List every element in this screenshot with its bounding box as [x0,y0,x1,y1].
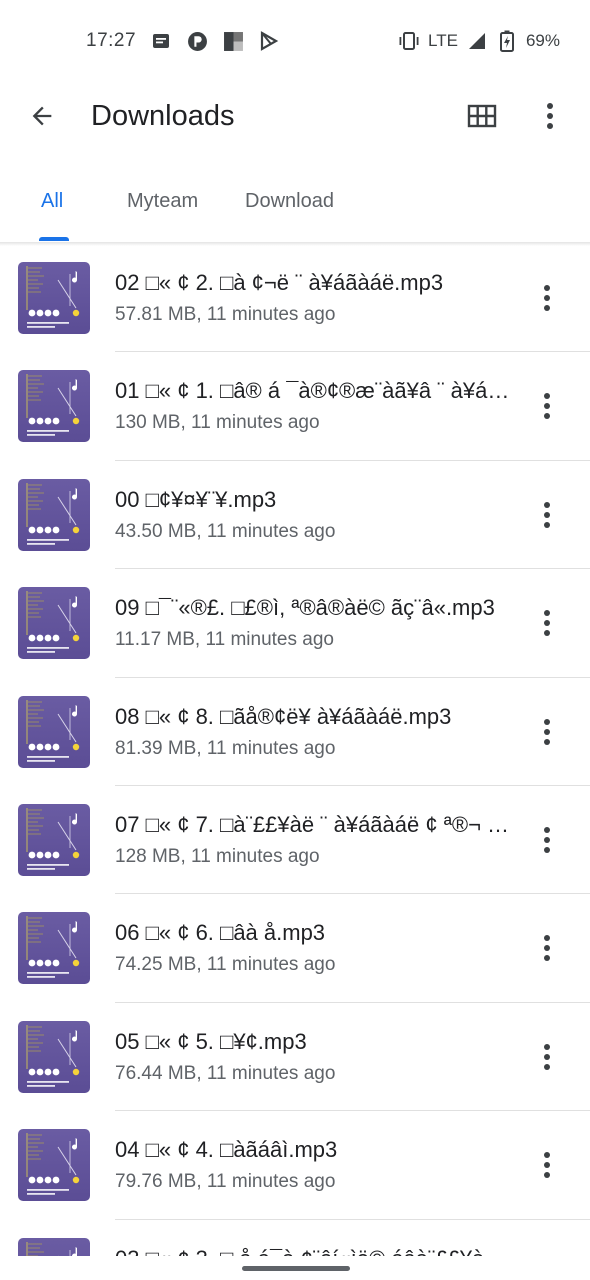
back-button[interactable] [22,96,62,136]
network-type: LTE [428,31,458,50]
more-vert-icon [544,718,550,745]
list-item[interactable]: 02 □« ¢ 2. □à ¢¬ë ¨ à¥áãàáë.mp3 57.81 MB… [0,244,590,353]
more-vert-icon [547,103,553,129]
list-item[interactable]: 04 □« ¢ 4. □àãáâì.mp3 79.76 MB, 11 minut… [0,1111,590,1220]
item-menu-button[interactable] [532,1254,562,1256]
file-meta: 130 MB, 11 minutes ago [115,412,320,434]
list-item[interactable]: 05 □« ¢ 5. □¥¢.mp3 76.44 MB, 11 minutes … [0,1003,590,1112]
status-bar: 17:27 LTE 69% [0,0,590,92]
more-vert-icon [544,393,550,420]
tab-indicator [39,237,69,241]
file-meta: 11.17 MB, 11 minutes ago [115,629,334,651]
file-name: 07 □« ¢ 7. □à¨££¥àë ¨ à¥áãàáë ¢ ª®¬ ­¤¥.… [115,811,515,837]
file-name: 08 □« ¢ 8. □ãå®¢ë¥ à¥áãàáë.mp3 [115,703,452,729]
item-menu-button[interactable] [532,603,562,643]
filter-tabs: All Myteam Download [0,170,590,242]
more-vert-icon [544,1043,550,1070]
vibrate-icon [398,30,420,52]
grid-view-icon [467,104,497,128]
file-meta: 74.25 MB, 11 minutes ago [115,954,336,976]
file-name: 04 □« ¢ 4. □àãáâì.mp3 [115,1137,338,1163]
album-art-thumbnail [18,478,90,551]
album-art-thumbnail [18,695,90,768]
play-store-icon [258,30,280,52]
list-item[interactable]: 03 □« ¢ 3. □ å á¯à ¢¨âí«ì­ë© áâà¨££¥à.mp… [0,1220,590,1256]
page-title: Downloads [91,100,235,132]
file-name: 02 □« ¢ 2. □à ¢¬ë ¨ à¥áãàáë.mp3 [115,270,444,295]
gesture-nav-handle[interactable] [242,1266,350,1271]
item-menu-button[interactable] [532,386,562,426]
more-vert-icon [544,285,550,311]
more-vert-icon [544,935,550,962]
album-art-thumbnail [18,262,90,334]
file-meta: 43.50 MB, 11 minutes ago [115,520,336,542]
list-item[interactable]: 00 □¢¥¤¥¨¥.mp3 43.50 MB, 11 minutes ago [0,461,590,570]
tab-download[interactable]: Download [245,190,334,213]
file-name: 06 □« ¢ 6. □âà å.mp3 [115,920,326,946]
list-item[interactable]: 06 □« ¢ 6. □âà å.mp3 74.25 MB, 11 minute… [0,894,590,1003]
more-vert-icon [544,1152,550,1179]
file-meta: 57.81 MB, 11 minutes ago [115,304,336,325]
tab-all[interactable]: All [41,190,63,213]
pocket-icon [186,30,208,52]
item-menu-button[interactable] [532,820,562,860]
file-meta: 79.76 MB, 11 minutes ago [115,1171,336,1193]
file-meta: 128 MB, 11 minutes ago [115,845,320,867]
battery-level: 69% [525,31,560,50]
more-vert-icon [544,501,550,528]
tab-myteam[interactable]: Myteam [127,190,198,213]
signal-icon [466,30,488,52]
file-meta: 81.39 MB, 11 minutes ago [115,737,336,759]
album-art-thumbnail [18,803,90,876]
message-icon [150,30,172,52]
file-list[interactable]: 02 □« ¢ 2. □à ¢¬ë ¨ à¥áãàáë.mp3 57.81 MB… [0,244,590,1256]
more-options-button[interactable] [532,96,568,136]
flipboard-icon [222,30,244,52]
file-name: 00 □¢¥¤¥¨¥.mp3 [115,486,277,512]
item-menu-button[interactable] [532,1145,562,1185]
item-menu-button[interactable] [532,712,562,752]
album-art-thumbnail [18,912,90,985]
item-menu-button[interactable] [532,1037,562,1077]
app-bar: Downloads [0,92,590,148]
album-art-thumbnail [18,1129,90,1202]
more-vert-icon [544,826,550,853]
file-name: 09 □¯¨«®£. □£®ì, ª®â®àë© ãç¨â«.mp3 [115,595,495,621]
arrow-back-icon [32,106,52,126]
more-vert-icon [544,610,550,637]
file-name: 05 □« ¢ 5. □¥¢.mp3 [115,1028,307,1054]
list-item[interactable]: 08 □« ¢ 8. □ãå®¢ë¥ à¥áãàáë.mp3 81.39 MB,… [0,678,590,786]
album-art-thumbnail [18,587,90,660]
file-meta: 76.44 MB, 11 minutes ago [115,1062,336,1084]
item-menu-button[interactable] [532,928,562,968]
item-menu-button[interactable] [532,278,562,318]
file-name: 03 □« ¢ 3. □ å á¯à ¢¨âí«ì­ë© áâà¨££¥à.mp… [115,1246,515,1256]
list-item[interactable]: 01 □« ¢ 1. □â® á ¯à®¢®æ¨àã¥â ¨ à¥áãàáë.m… [0,352,590,461]
file-name: 01 □« ¢ 1. □â® á ¯à®¢®æ¨àã¥â ¨ à¥áãàáë.m… [115,378,515,404]
album-art-thumbnail [18,1237,90,1256]
list-item[interactable]: 09 □¯¨«®£. □£®ì, ª®â®àë© ãç¨â«.mp3 11.17… [0,569,590,678]
battery-icon [496,30,518,52]
album-art-thumbnail [18,370,90,443]
status-time: 17:27 [86,30,137,51]
list-item[interactable]: 07 □« ¢ 7. □à¨££¥àë ¨ à¥áãàáë ¢ ª®¬ ­¤¥.… [0,786,590,895]
grid-view-button[interactable] [462,96,502,136]
item-menu-button[interactable] [532,495,562,535]
album-art-thumbnail [18,1020,90,1093]
